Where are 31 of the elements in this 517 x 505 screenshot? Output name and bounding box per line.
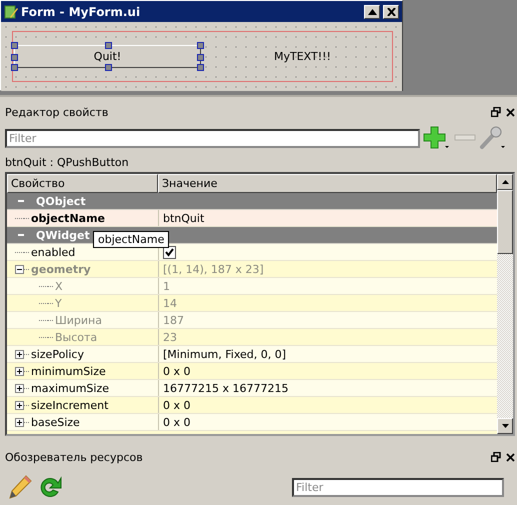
property-name: minimumSize [31, 364, 106, 378]
label-text: MyTEXT!!! [274, 50, 331, 63]
property-name: geometry [31, 262, 91, 276]
property-name: Высота [55, 330, 98, 344]
tooltip: objectName [93, 231, 170, 248]
window-title: Form - MyForm.ui [21, 4, 140, 18]
property-name: sizeIncrement [31, 398, 108, 412]
group-name: QObject [36, 194, 86, 208]
property-value: 23 [163, 330, 177, 344]
property-name: enabled [31, 246, 76, 258]
property-value: 187 [163, 314, 184, 326]
property-value: 14 [163, 296, 177, 310]
property-value: btnQuit [163, 212, 204, 224]
property-name: Ширина [55, 314, 102, 326]
property-value: 1 [163, 280, 170, 292]
property-value: 0 x 0 [163, 364, 190, 378]
panel-title: Редактор свойств [5, 106, 108, 118]
panel-title: Обозреватель ресурсов [5, 450, 143, 464]
property-value: 16777215 x 16777215 [163, 382, 288, 394]
property-value: [Minimum, Fixed, 0, 0] [163, 348, 286, 360]
property-name: maximumSize [31, 382, 110, 394]
property-name: sizePolicy [31, 348, 84, 360]
group-name: QWidget [36, 228, 90, 242]
property-name: X [55, 280, 63, 292]
object-label: btnQuit : QPushButton [5, 155, 130, 171]
property-value: 0 x 0 [163, 398, 190, 412]
property-name: objectName [31, 212, 105, 224]
property-name: baseSize [31, 416, 80, 428]
property-name: Y [55, 296, 62, 310]
property-value: 0 x 0 [163, 416, 190, 428]
property-value: [(1, 14), 187 x 23] [163, 262, 264, 276]
